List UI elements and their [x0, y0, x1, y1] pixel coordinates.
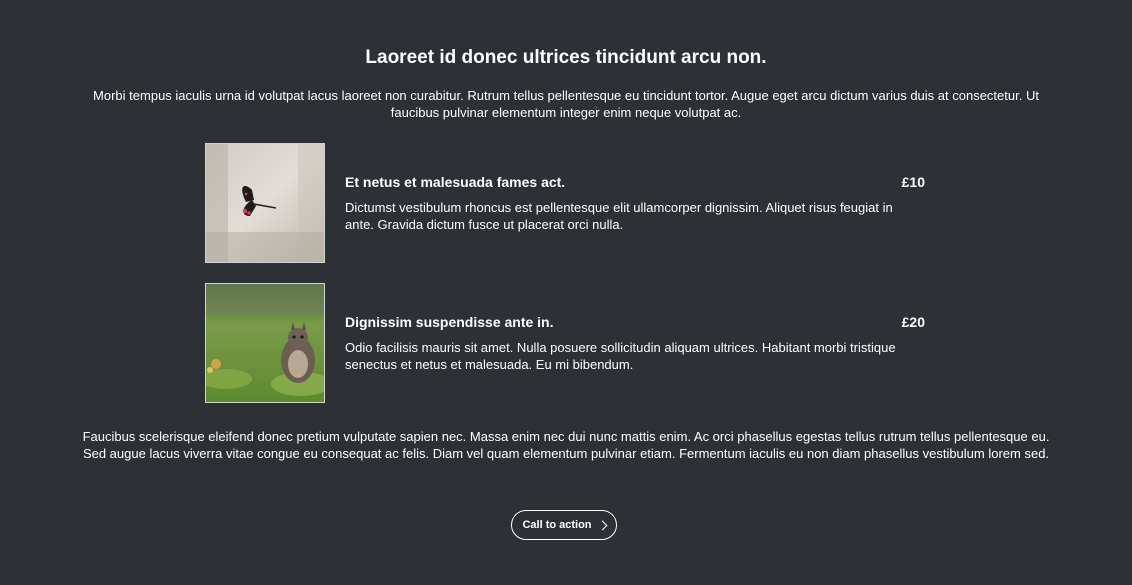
chevron-right-icon [597, 520, 607, 530]
item-description: Odio facilisis mauris sit amet. Nulla po… [345, 340, 896, 372]
intro-text: Morbi tempus iaculis urna id volutpat la… [93, 88, 1039, 120]
page-title: Laoreet id donec ultrices tincidunt arcu… [365, 47, 767, 68]
squirrel-photo-icon [206, 284, 324, 402]
butterfly-image [205, 143, 325, 263]
item-price: £10 [901, 174, 925, 190]
item-body: Dignissim suspendisse ante in. £20 Odio … [345, 313, 925, 373]
item-title: Dignissim suspendisse ante in. [345, 314, 554, 330]
item-price: £20 [901, 314, 925, 330]
item-list: Et netus et malesuada fames act. £10 Dic… [205, 143, 925, 423]
list-item: Et netus et malesuada fames act. £10 Dic… [205, 143, 925, 263]
call-to-action-button[interactable]: Call to action [511, 510, 617, 540]
item-body: Et netus et malesuada fames act. £10 Dic… [345, 173, 925, 233]
item-title: Et netus et malesuada fames act. [345, 174, 566, 190]
list-item: Dignissim suspendisse ante in. £20 Odio … [205, 283, 925, 403]
item-description: Dictumst vestibulum rhoncus est pellente… [345, 200, 893, 232]
squirrel-image [205, 283, 325, 403]
call-to-action-label: Call to action [522, 519, 592, 531]
outro-text: Faucibus scelerisque eleifend donec pret… [82, 429, 1050, 461]
butterfly-photo-icon [206, 144, 324, 262]
